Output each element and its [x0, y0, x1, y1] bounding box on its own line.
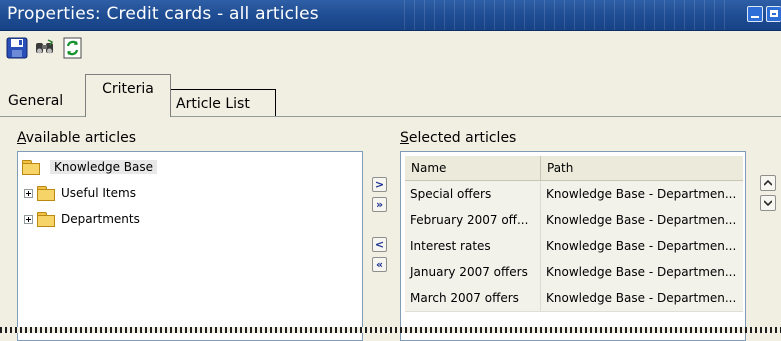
table-row[interactable]: January 2007 offers Knowledge Base - Dep…	[405, 259, 743, 286]
cell-name: January 2007 offers	[405, 259, 541, 285]
save-icon	[6, 37, 28, 59]
selected-articles-table[interactable]: Name Path Special offers Knowledge Base …	[400, 151, 746, 341]
tree-node-knowledge-base[interactable]: Knowledge Base	[22, 158, 157, 176]
bottom-edge	[0, 327, 781, 333]
available-articles-label-rest: vailable articles	[25, 130, 137, 146]
move-down-button[interactable]	[760, 195, 776, 211]
table-row[interactable]: February 2007 off... Knowledge Base - De…	[405, 207, 743, 234]
tab-general[interactable]: General	[4, 90, 71, 116]
cell-name: Interest rates	[405, 233, 541, 259]
refresh-icon	[63, 37, 82, 59]
find-icon	[36, 39, 54, 54]
folder-icon	[22, 160, 40, 175]
selected-articles-label-rest: elected articles	[408, 130, 517, 146]
available-articles-mnemonic: A	[17, 130, 26, 146]
title-bar: Properties: Credit cards - all articles	[0, 0, 781, 31]
cell-path: Knowledge Base - Departmen...	[541, 207, 743, 233]
find-button[interactable]	[34, 37, 56, 59]
refresh-button[interactable]	[62, 37, 84, 59]
cell-path: Knowledge Base - Departmen...	[541, 181, 743, 207]
expand-icon[interactable]	[24, 188, 33, 198]
available-articles-label: Available articles	[17, 130, 136, 146]
table-header: Name Path	[405, 156, 743, 181]
cell-name: Special offers	[405, 181, 541, 207]
cell-path: Knowledge Base - Departmen...	[541, 259, 743, 285]
title-bar-texture	[395, 0, 725, 30]
selected-articles-mnemonic: S	[400, 130, 409, 146]
add-all-button[interactable]: »	[372, 197, 387, 212]
folder-icon	[37, 212, 55, 227]
tree-node-label: Knowledge Base	[50, 160, 157, 174]
minimize-button[interactable]	[747, 6, 763, 22]
remove-button[interactable]: <	[372, 237, 387, 252]
remove-all-button[interactable]: «	[372, 257, 387, 272]
table-row[interactable]: Special offers Knowledge Base - Departme…	[405, 181, 743, 208]
chevron-up-icon	[764, 180, 772, 186]
tree-node-label: Departments	[61, 212, 140, 226]
maximize-button[interactable]	[766, 6, 781, 22]
move-up-button[interactable]	[760, 175, 776, 191]
toolbar	[6, 36, 84, 60]
chevron-down-icon	[764, 200, 772, 206]
tree-node-departments[interactable]: Departments	[24, 210, 140, 228]
table-row[interactable]: March 2007 offers Knowledge Base - Depar…	[405, 285, 743, 312]
table-row[interactable]: Interest rates Knowledge Base - Departme…	[405, 233, 743, 260]
add-button[interactable]: >	[372, 177, 387, 192]
window-title: Properties: Credit cards - all articles	[7, 4, 319, 24]
tree-node-label: Useful Items	[61, 186, 136, 200]
available-articles-tree[interactable]: Knowledge Base Useful Items Departments	[17, 151, 363, 341]
tab-criteria[interactable]: Criteria	[85, 74, 171, 117]
cell-name: February 2007 off...	[405, 207, 541, 233]
tab-article-list[interactable]: Article List	[171, 89, 276, 116]
column-header-path[interactable]: Path	[541, 156, 743, 180]
cell-name: March 2007 offers	[405, 285, 541, 311]
expand-icon[interactable]	[24, 214, 33, 224]
save-button[interactable]	[6, 37, 28, 59]
cell-path: Knowledge Base - Departmen...	[541, 285, 743, 311]
selected-articles-label: Selected articles	[400, 130, 516, 146]
folder-icon	[37, 186, 55, 201]
tree-node-useful-items[interactable]: Useful Items	[24, 184, 136, 202]
cell-path: Knowledge Base - Departmen...	[541, 233, 743, 259]
column-header-name[interactable]: Name	[405, 156, 541, 180]
